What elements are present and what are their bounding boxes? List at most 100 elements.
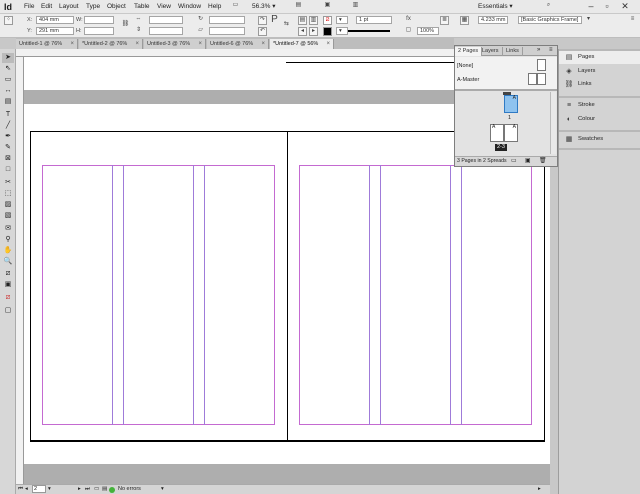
note-tool-icon[interactable]: ✉ xyxy=(2,224,14,234)
auto-fit-icon[interactable]: ▦ xyxy=(460,16,469,25)
opacity-field[interactable]: 100% xyxy=(417,27,439,35)
close-icon[interactable]: × xyxy=(198,39,202,49)
select-content-icon[interactable]: ▥ xyxy=(309,16,318,25)
select-container-icon[interactable]: ▤ xyxy=(298,16,307,25)
next-page-icon[interactable]: ▸ xyxy=(78,485,81,494)
page-number-field[interactable]: 2 xyxy=(32,485,46,493)
dock-separator[interactable] xyxy=(559,130,640,132)
pencil-tool-icon[interactable]: ✎ xyxy=(2,143,14,153)
collapse-panel-icon[interactable]: » xyxy=(537,47,540,53)
rotate-cw-icon[interactable]: ↷ xyxy=(258,16,267,25)
text-wrap-icon[interactable]: ≣ xyxy=(440,16,449,25)
tab-untitled-2[interactable]: *Untitled-2 @ 76% × xyxy=(79,39,143,49)
tab-links[interactable]: Links xyxy=(503,47,523,56)
screen-mode-icon[interactable]: ▣ xyxy=(323,2,332,11)
scale-x-field[interactable] xyxy=(149,16,183,24)
menu-window[interactable]: Window xyxy=(178,3,201,10)
stroke-type-preview[interactable] xyxy=(348,30,390,32)
dock-separator[interactable] xyxy=(559,148,640,150)
scroll-right-icon[interactable]: ▸ xyxy=(538,485,541,494)
new-page-icon[interactable]: ▣ xyxy=(525,157,531,164)
shear-icon[interactable]: ▱ xyxy=(196,27,205,36)
formatting-affects-container-icon[interactable]: ▣ xyxy=(2,280,14,290)
close-icon[interactable]: × xyxy=(326,39,330,49)
master-none-label[interactable]: [None] xyxy=(457,63,473,69)
open-page-icon[interactable]: ▭ xyxy=(94,485,99,494)
gradient-feather-tool-icon[interactable]: ▧ xyxy=(2,211,14,221)
height-field[interactable] xyxy=(84,27,114,35)
rotate-field[interactable] xyxy=(209,16,245,24)
menu-table[interactable]: Table xyxy=(134,3,150,10)
constrain-proportions-icon[interactable]: ⛓ xyxy=(121,21,130,30)
close-icon[interactable]: × xyxy=(261,39,265,49)
page-dropdown-icon[interactable]: ▾ xyxy=(48,485,51,494)
tab-untitled-7[interactable]: *Untitled-7 @ 56% × xyxy=(270,39,334,49)
fx-icon[interactable]: fx xyxy=(404,16,413,25)
dock-item-layers[interactable]: ◈ Layers xyxy=(559,65,640,78)
master-a-left-thumbnail[interactable] xyxy=(528,73,537,85)
pages-scrollbar[interactable] xyxy=(550,92,556,154)
page-tool-icon[interactable]: ▭ xyxy=(2,75,14,85)
workspace-select[interactable]: Essentials ▾ xyxy=(478,2,538,12)
shear-field[interactable] xyxy=(209,27,245,35)
dock-item-swatches[interactable]: ▦ Swatches xyxy=(559,133,640,146)
last-page-icon[interactable]: ⏭ xyxy=(85,485,90,494)
line-tool-icon[interactable]: ╱ xyxy=(2,121,14,131)
tab-untitled-3[interactable]: Untitled-3 @ 76% × xyxy=(144,39,206,49)
x-field[interactable]: 404 mm xyxy=(36,16,74,24)
object-style-dropdown-icon[interactable]: ▾ xyxy=(584,16,593,25)
fill-dropdown[interactable]: ▾ xyxy=(336,16,348,24)
dock-item-stroke[interactable]: ≡ Stroke xyxy=(559,99,640,112)
zoom-select[interactable]: 56.3% ▾ xyxy=(252,2,282,12)
scissors-tool-icon[interactable]: ✂ xyxy=(2,178,14,188)
dock-item-pages[interactable]: ▤ Pages xyxy=(559,51,640,64)
free-transform-tool-icon[interactable]: ⬚ xyxy=(2,189,14,199)
width-field[interactable] xyxy=(84,16,114,24)
screen-mode-icon[interactable]: ▢ xyxy=(2,306,14,316)
tab-untitled-1[interactable]: Untitled-1 @ 76% × xyxy=(16,39,78,49)
close-icon[interactable]: × xyxy=(135,39,139,49)
tab-layers[interactable]: Layers xyxy=(479,47,503,56)
master-none-thumbnail[interactable] xyxy=(537,59,546,71)
tab-untitled-6[interactable]: Untitled-6 @ 76% × xyxy=(207,39,269,49)
close-button[interactable]: ✕ xyxy=(618,1,632,13)
select-previous-icon[interactable]: ◂ xyxy=(298,27,307,36)
rectangle-tool-icon[interactable]: □ xyxy=(2,165,14,175)
stroke-swatch-icon[interactable] xyxy=(323,27,332,36)
y-field[interactable]: 291 mm xyxy=(36,27,74,35)
menu-type[interactable]: Type xyxy=(86,3,100,10)
flip-icon[interactable]: ⇆ xyxy=(282,21,291,30)
view-options-icon[interactable]: ▤ xyxy=(294,2,303,11)
vertical-ruler[interactable] xyxy=(16,57,24,484)
arrange-documents-icon[interactable]: ▥ xyxy=(351,2,360,11)
rotate-icon[interactable]: ↻ xyxy=(196,16,205,25)
preflight-profile-icon[interactable]: ▤ xyxy=(102,485,107,494)
eyedropper-tool-icon[interactable]: ⚲ xyxy=(2,235,14,245)
panel-divider[interactable] xyxy=(455,89,557,91)
dock-item-colour[interactable]: ◐ Colour xyxy=(559,113,640,126)
menu-help[interactable]: Help xyxy=(208,3,221,10)
preflight-menu-icon[interactable]: ▾ xyxy=(161,485,164,494)
panel-menu-icon[interactable]: ≡ xyxy=(628,16,637,25)
close-icon[interactable]: × xyxy=(70,39,74,49)
master-a-label[interactable]: A-Master xyxy=(457,77,479,83)
bridge-icon[interactable]: ▭ xyxy=(231,2,240,11)
object-style-select[interactable]: [Basic Graphics Frame] xyxy=(518,16,582,24)
menu-object[interactable]: Object xyxy=(107,3,126,10)
select-next-icon[interactable]: ▸ xyxy=(309,27,318,36)
page-3-thumbnail[interactable]: A xyxy=(504,124,518,142)
gap-tool-icon[interactable]: ↔ xyxy=(2,86,14,96)
page-1-thumbnail[interactable]: A xyxy=(504,95,518,113)
page-2-thumbnail[interactable]: A xyxy=(490,124,504,142)
direct-selection-tool-icon[interactable]: ⇖ xyxy=(2,64,14,74)
apply-none-icon[interactable]: ⧄ xyxy=(2,293,14,303)
dock-separator[interactable] xyxy=(559,96,640,98)
maximize-button[interactable]: ▫ xyxy=(600,1,614,13)
type-on-path-icon[interactable]: P xyxy=(270,15,279,25)
hand-tool-icon[interactable]: ✋ xyxy=(2,246,14,256)
fill-swatch-icon[interactable]: ⧄ xyxy=(323,16,332,25)
selection-tool-icon[interactable]: ➤ xyxy=(2,53,14,63)
menu-file[interactable]: File xyxy=(24,3,34,10)
stroke-weight-field[interactable]: 1 pt xyxy=(356,16,392,24)
dock-item-links[interactable]: ⛓ Links xyxy=(559,78,640,91)
